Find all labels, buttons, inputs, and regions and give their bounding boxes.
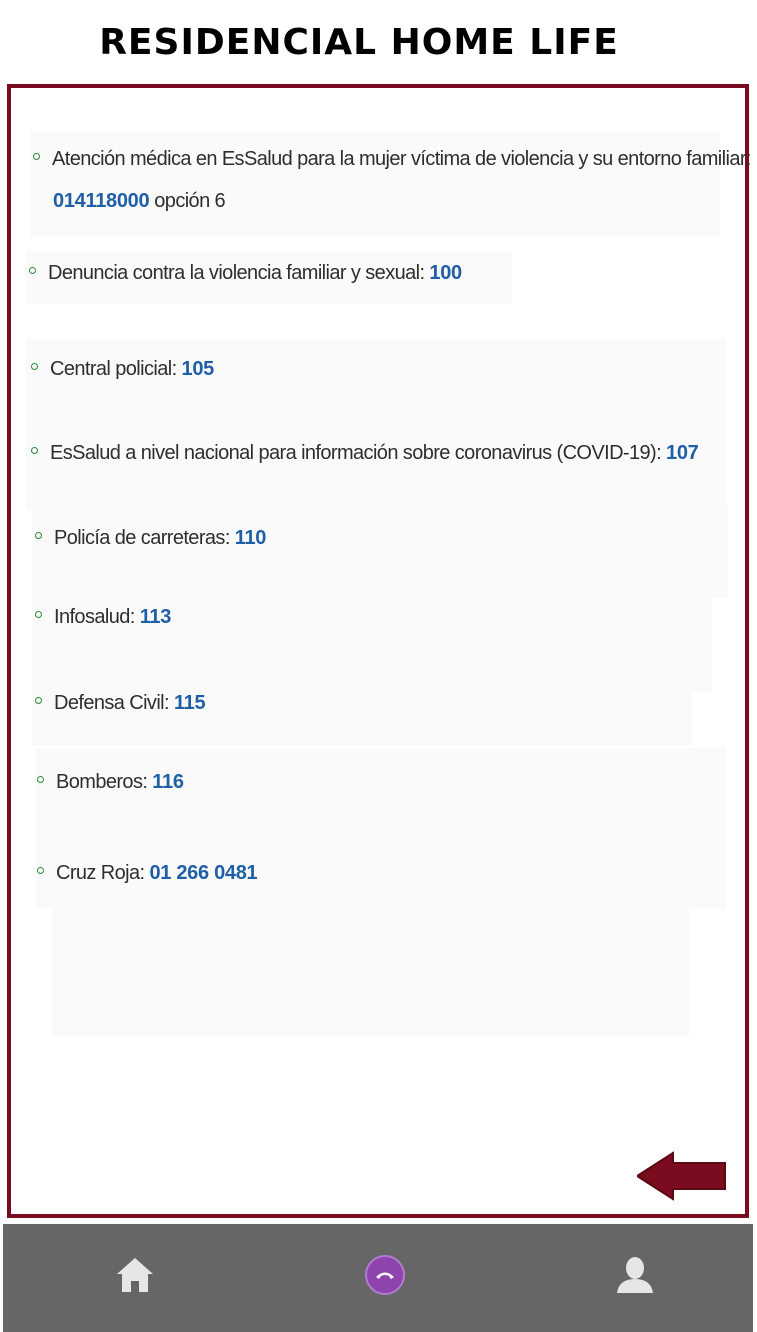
contact-number[interactable]: 115 bbox=[174, 692, 206, 714]
contact-number[interactable]: 014118000 bbox=[53, 190, 150, 212]
bullet-icon bbox=[35, 532, 42, 540]
bullet-icon bbox=[31, 363, 38, 371]
contact-label: Bomberos: bbox=[56, 771, 153, 793]
contact-number[interactable]: 100 bbox=[429, 262, 462, 284]
contact-number[interactable]: 110 bbox=[235, 527, 267, 549]
arrow-left-icon[interactable] bbox=[637, 1151, 727, 1201]
contact-item-bomberos: Bomberos: 116 bbox=[37, 761, 184, 803]
nav-profile-button[interactable] bbox=[610, 1250, 660, 1300]
contact-number[interactable]: 107 bbox=[666, 442, 699, 464]
contact-label: Central policial: bbox=[50, 358, 182, 380]
bullet-icon bbox=[35, 611, 42, 619]
contact-label: Defensa Civil: bbox=[54, 692, 174, 714]
phone-hangup-icon bbox=[365, 1255, 405, 1295]
bottom-navigation-bar bbox=[3, 1224, 753, 1332]
nav-call-button[interactable] bbox=[360, 1250, 410, 1300]
contact-number[interactable]: 116 bbox=[152, 771, 184, 793]
contact-number-suffix: opción 6 bbox=[149, 190, 226, 212]
contact-label: Policía de carreteras: bbox=[54, 527, 235, 549]
bullet-icon bbox=[33, 153, 40, 161]
contact-item-infosalud: Infosalud: 113 bbox=[35, 596, 171, 638]
bullet-icon bbox=[35, 697, 42, 705]
contact-label: Cruz Roja: bbox=[56, 862, 150, 884]
contact-item-essalud-violencia: Atención médica en EsSalud para la mujer… bbox=[33, 138, 751, 180]
contact-number[interactable]: 01 266 0481 bbox=[149, 862, 257, 884]
contact-label: EsSalud a nivel nacional para informació… bbox=[50, 442, 666, 464]
bullet-icon bbox=[37, 776, 44, 784]
contact-label: Infosalud: bbox=[54, 606, 140, 628]
contact-label: Atención médica en EsSalud para la mujer… bbox=[52, 148, 751, 170]
nav-home-button[interactable] bbox=[110, 1250, 160, 1300]
user-icon bbox=[617, 1257, 653, 1293]
home-icon bbox=[117, 1258, 153, 1292]
bullet-icon bbox=[29, 267, 36, 275]
bullet-icon bbox=[31, 447, 38, 455]
contact-item-cruz-roja: Cruz Roja: 01 266 0481 bbox=[37, 852, 258, 894]
background-block bbox=[52, 908, 689, 1036]
emergency-contacts-panel: Atención médica en EsSalud para la mujer… bbox=[7, 84, 751, 1218]
contact-item-denuncia: Denuncia contra la violencia familiar y … bbox=[29, 252, 462, 294]
contact-item-essalud-violencia-number: 014118000 opción 6 bbox=[53, 180, 226, 222]
contact-number[interactable]: 105 bbox=[182, 358, 215, 380]
contact-item-defensa-civil: Defensa Civil: 115 bbox=[35, 682, 206, 724]
bullet-icon bbox=[37, 867, 44, 875]
contact-label: Denuncia contra la violencia familiar y … bbox=[48, 262, 430, 284]
contact-number[interactable]: 113 bbox=[140, 606, 172, 628]
app-title: RESIDENCIAL HOME LIFE bbox=[99, 22, 619, 63]
contact-item-essalud-covid: EsSalud a nivel nacional para informació… bbox=[31, 432, 699, 474]
contact-item-central-policial: Central policial: 105 bbox=[31, 348, 214, 390]
contact-item-policia-carreteras: Policía de carreteras: 110 bbox=[35, 517, 266, 559]
